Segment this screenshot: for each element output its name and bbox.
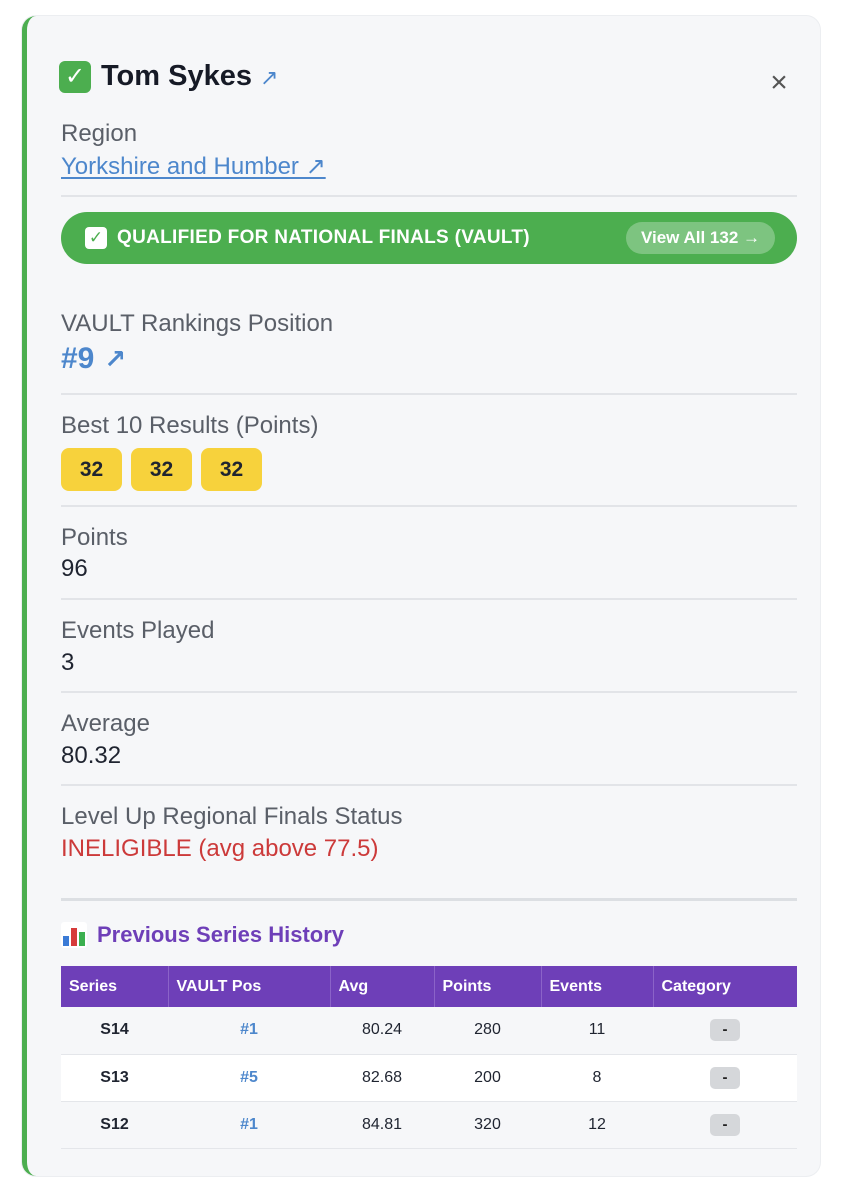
column-header: Events: [541, 966, 654, 1007]
region-link[interactable]: Yorkshire and Humber ↗: [61, 152, 326, 181]
table-row: S13 #5 82.68 200 8 -: [61, 1054, 797, 1102]
avg-cell: 84.81: [330, 1101, 434, 1149]
best-results-chips: 32 32 32: [61, 448, 262, 491]
events-cell: 12: [541, 1101, 653, 1149]
points-value: 96: [61, 555, 88, 582]
average-label: Average: [61, 710, 150, 737]
average-value: 80.32: [61, 742, 122, 769]
vault-pos-link[interactable]: #1: [168, 1007, 330, 1055]
vault-pos-link[interactable]: #1: [168, 1101, 330, 1149]
divider: [61, 393, 797, 395]
player-name: Tom Sykes: [101, 60, 252, 92]
events-cell: 11: [541, 1007, 653, 1055]
qualified-banner: ✓ QUALIFIED FOR NATIONAL FINALS (VAULT) …: [61, 212, 797, 264]
close-button[interactable]: ×: [767, 68, 791, 98]
check-mark-icon: ✓: [59, 60, 91, 93]
series-cell: S13: [61, 1054, 168, 1102]
series-cell: S14: [61, 1007, 168, 1055]
category-cell: -: [653, 1101, 797, 1149]
table-row: S14 #1 80.24 280 11 -: [61, 1007, 797, 1055]
external-link-icon: ↗: [104, 343, 127, 374]
events-value: 3: [61, 649, 75, 676]
column-header: Avg: [330, 966, 435, 1007]
category-cell: -: [653, 1054, 797, 1102]
player-detail-card: ✓ Tom Sykes ↗ × Region Yorkshire and Hum…: [22, 16, 820, 1176]
column-header: Points: [434, 966, 542, 1007]
category-cell: -: [653, 1007, 797, 1055]
category-badge: -: [710, 1113, 740, 1136]
qualified-text: QUALIFIED FOR NATIONAL FINALS (VAULT): [117, 227, 530, 248]
points-cell: 280: [434, 1007, 541, 1055]
region-label: Region: [61, 120, 138, 147]
player-title-row: ✓ Tom Sykes ↗: [59, 60, 278, 93]
column-header: VAULT Pos: [168, 966, 331, 1007]
table-header-row: Series VAULT Pos Avg Points Events Categ…: [61, 966, 797, 1007]
category-badge: -: [710, 1066, 740, 1089]
vault-pos-link[interactable]: #5: [168, 1054, 330, 1102]
rankings-position-value: #9: [61, 342, 95, 375]
rankings-label: VAULT Rankings Position: [61, 310, 334, 337]
history-title: Previous Series History: [97, 922, 345, 947]
level-up-label: Level Up Regional Finals Status: [61, 803, 403, 830]
column-header: Category: [653, 966, 797, 1007]
events-cell: 8: [541, 1054, 653, 1102]
view-all-button[interactable]: View All 132 →: [625, 222, 775, 254]
points-label: Points: [61, 524, 128, 551]
series-cell: S12: [61, 1101, 168, 1149]
check-mark-icon: ✓: [85, 227, 107, 249]
best-results-label: Best 10 Results (Points): [61, 412, 319, 439]
table-row: S12 #1 84.81 320 12 -: [61, 1101, 797, 1149]
level-up-status: INELIGIBLE (avg above 77.5): [61, 835, 379, 862]
result-chip: 32: [201, 448, 262, 491]
divider: [61, 784, 797, 786]
category-badge: -: [710, 1019, 740, 1042]
rankings-position-link[interactable]: #9 ↗: [61, 342, 126, 376]
points-cell: 200: [434, 1054, 541, 1102]
history-table: Series VAULT Pos Avg Points Events Categ…: [61, 966, 797, 1149]
section-divider: [61, 898, 797, 901]
history-heading: Previous Series History: [61, 922, 344, 948]
points-cell: 320: [434, 1101, 541, 1149]
result-chip: 32: [61, 448, 122, 491]
divider: [61, 598, 797, 600]
external-link-icon[interactable]: ↗: [260, 65, 278, 91]
avg-cell: 82.68: [330, 1054, 434, 1102]
divider: [61, 505, 797, 507]
divider: [61, 195, 797, 197]
divider: [61, 691, 797, 693]
result-chip: 32: [131, 448, 192, 491]
bar-chart-icon: [61, 922, 87, 948]
column-header: Series: [61, 966, 169, 1007]
avg-cell: 80.24: [330, 1007, 434, 1055]
events-label: Events Played: [61, 617, 215, 644]
